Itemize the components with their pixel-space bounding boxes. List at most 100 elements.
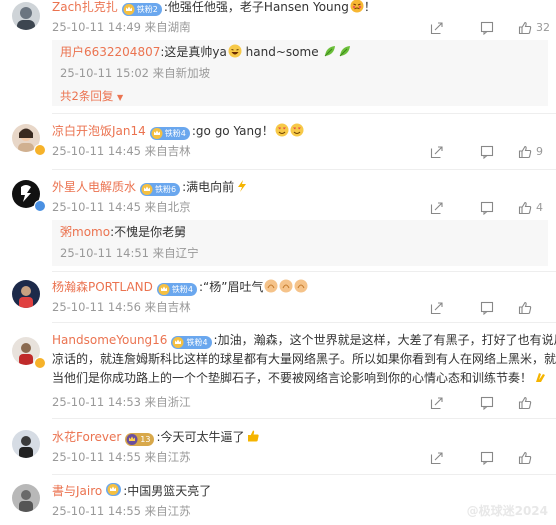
fan-badge: 铁粉4 <box>171 336 212 349</box>
comment-button[interactable] <box>480 396 494 410</box>
share-icon <box>430 452 443 465</box>
username[interactable]: 水花Forever <box>52 430 121 444</box>
share-button[interactable] <box>430 396 444 410</box>
comment-text: :中国男篮天亮了 <box>123 484 212 498</box>
comment-icon <box>480 201 494 215</box>
avatar[interactable] <box>12 430 40 458</box>
chevron-down-icon: ▼ <box>116 93 124 102</box>
share-button[interactable] <box>430 451 444 465</box>
thumbs-up-emoji-icon <box>247 430 259 442</box>
divider <box>52 322 556 323</box>
share-icon <box>430 397 443 410</box>
divider <box>52 418 556 419</box>
username[interactable]: HandsomeYoung16 <box>52 333 167 347</box>
comment-button[interactable] <box>480 145 494 159</box>
comment-button[interactable] <box>480 21 494 35</box>
reply-username[interactable]: 用户6632204807 <box>60 45 160 59</box>
avatar[interactable] <box>12 2 40 30</box>
like-button[interactable]: 9 <box>518 145 543 159</box>
username[interactable]: Zach扎克扎 <box>52 0 118 14</box>
leaf-icon <box>325 46 336 57</box>
comment-text: 当他们是你成功路上的一个个垫脚石子，不要被网络言论影响到你的心情心态和训练节奏！ <box>52 371 533 385</box>
comment-meta: 25-10-11 14:53 来自浙江 <box>52 395 191 409</box>
lightning-icon <box>238 180 247 192</box>
fan-badge: 铁粉4 <box>149 127 190 140</box>
verified-badge-icon <box>34 144 46 156</box>
heart-eyes-icon <box>290 123 304 137</box>
comment-icon <box>480 145 494 159</box>
thumbs-up-icon <box>518 145 532 159</box>
divider <box>52 169 556 170</box>
like-button[interactable] <box>518 396 532 410</box>
comment-text: 凉话的，就连詹姆斯科比这样的球星都有大量网络黑子。所以如果你看到有人在网络上黑米… <box>52 352 556 366</box>
username[interactable]: 凉白开泡饭Jan14 <box>52 124 146 138</box>
fan-badge: 铁粉6 <box>140 183 181 196</box>
comment-meta: 25-10-11 14:45 来自吉林 <box>52 144 191 158</box>
thumbs-up-icon <box>518 21 532 35</box>
more-replies-link[interactable]: 共2条回复 ▼ <box>60 88 123 104</box>
reply-username[interactable]: 粥momo <box>60 225 110 239</box>
username[interactable]: 外星人电解质水 <box>52 180 136 194</box>
verified-badge-icon <box>34 200 46 212</box>
comment-meta: 25-10-11 14:56 来自吉林 <box>52 300 191 314</box>
reply-meta: 25-10-11 15:02 来自新加坡 <box>60 66 211 80</box>
comment-icon <box>480 451 494 465</box>
laughing-face-icon <box>228 44 242 58</box>
reply-box: 粥momo:不愧是你老舅 25-10-11 14:51 来自辽宁 <box>52 220 548 266</box>
comment-text: :“杨”眉吐气 <box>198 280 264 294</box>
reply-meta: 25-10-11 14:51 来自辽宁 <box>60 246 199 260</box>
avatar[interactable] <box>12 484 40 512</box>
fan-badge: 铁粉4 <box>156 283 197 296</box>
comment-button[interactable] <box>480 451 494 465</box>
comment-text: :加油，瀚森，这个世界就是这样，大差了有黑子，打好了也有说风 <box>213 333 556 347</box>
comment-header: 水花Forever 13:今天可太牛逼了 <box>52 428 260 446</box>
reply-box: 用户6632204807:这是真帅ya hand~some 25-10-11 1… <box>52 40 548 106</box>
fan-badge: 13 <box>125 433 155 446</box>
comment-header: 外星人电解质水 铁粉6:满电向前 <box>52 178 249 196</box>
username[interactable]: 書与Jairo <box>52 484 102 498</box>
share-button[interactable] <box>430 145 444 159</box>
like-button[interactable]: 32 <box>518 21 550 35</box>
angry-face-icon <box>350 0 364 13</box>
divider <box>52 271 556 272</box>
avatar[interactable] <box>12 280 40 308</box>
comment-text: :go go Yang！ <box>191 124 274 138</box>
comment-meta: 25-10-11 14:55 来自江苏 <box>52 504 191 518</box>
like-button[interactable] <box>518 451 532 465</box>
comment-icon <box>480 21 494 35</box>
comment-header: 杨瀚森PORTLAND 铁粉4:“杨”眉吐气 <box>52 278 308 296</box>
like-button[interactable]: 4 <box>518 201 543 215</box>
comment-text: :他强任他强，老子Hansen Young <box>163 0 349 14</box>
reply-text: :这是真帅ya <box>160 45 227 59</box>
share-icon <box>430 302 443 315</box>
reply-line: 用户6632204807:这是真帅ya hand~some <box>60 43 352 61</box>
share-icon <box>430 146 443 159</box>
comment-meta: 25-10-11 14:49 来自湖南 <box>52 20 191 34</box>
fan-badge <box>106 483 122 496</box>
share-button[interactable] <box>430 301 444 315</box>
username[interactable]: 杨瀚森PORTLAND <box>52 280 153 294</box>
comment-feed: Zach扎克扎 铁粉2:他强任他强，老子Hansen Young！ 25-10-1… <box>0 0 556 525</box>
reply-text: :不愧是你老舅 <box>110 225 187 239</box>
divider <box>52 113 556 114</box>
comment-button[interactable] <box>480 201 494 215</box>
leaf-icon <box>340 46 351 57</box>
thumbs-up-icon <box>518 201 532 215</box>
watermark: @极球迷2024 <box>466 504 548 518</box>
comment-header: 書与Jairo :中国男篮天亮了 <box>52 482 211 500</box>
fan-badge: 铁粉2 <box>121 3 162 16</box>
comment-text: :今天可太牛逼了 <box>156 430 245 444</box>
comment-text-block: HandsomeYoung16 铁粉4:加油，瀚森，这个世界就是这样，大差了有黑子… <box>52 331 556 388</box>
comment-header: 凉白开泡饭Jan14 铁粉4:go go Yang！ <box>52 122 304 140</box>
comment-button[interactable] <box>480 301 494 315</box>
like-button[interactable] <box>518 301 532 315</box>
verified-badge-icon <box>34 357 46 369</box>
thumbs-up-icon <box>518 396 532 410</box>
share-button[interactable] <box>430 21 444 35</box>
comment-icon <box>480 301 494 315</box>
clapping-hands-icon <box>536 373 546 382</box>
like-count: 9 <box>536 145 543 158</box>
clapping-hands-icon <box>294 279 308 293</box>
comment-text: :满电向前 <box>182 180 235 194</box>
share-button[interactable] <box>430 201 444 215</box>
